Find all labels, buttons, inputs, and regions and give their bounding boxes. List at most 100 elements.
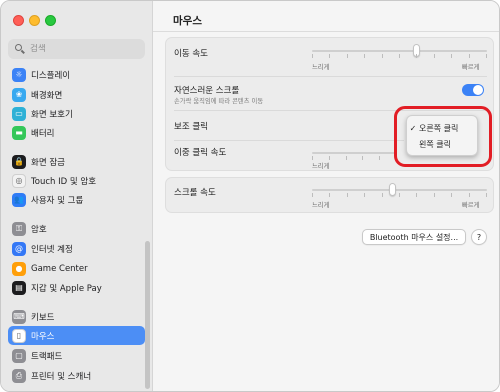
row-separator [174,76,487,77]
natural-scroll-label: 자연스러운 스크롤 [174,86,240,96]
sidebar-item[interactable]: @ 인터넷 계정 [8,239,145,258]
search-icon [14,43,26,55]
sidebar-item[interactable]: ⚿ 암호 [8,219,145,238]
slider-tick [364,54,365,58]
popup-option-label: 왼쪽 클릭 [419,139,451,149]
users-icon: 👥 [12,192,26,207]
slider-tick [312,54,313,58]
sidebar-item[interactable]: ◎ Touch ID 및 암호 [8,171,145,190]
sidebar-item[interactable]: ☼ 디스플레이 [8,65,145,84]
slider-tick [346,156,347,160]
sidebar-item-label: Game Center [31,263,88,274]
sidebar-item[interactable]: ▢ 트랙패드 [8,346,145,365]
sidebar-item-label: 마우스 [31,331,55,342]
battery-icon: ▬ [12,125,26,140]
mouse-icon: ▯ [12,328,26,343]
slider-tick [469,54,470,58]
scroll-speed-slider[interactable] [312,183,487,207]
zoom-window-button[interactable] [45,15,56,26]
help-button[interactable]: ? [471,229,487,245]
sidebar-item[interactable]: ⎙ 프린터 및 스캐너 [8,366,145,385]
page-title: 마우스 [173,15,202,27]
sidebar-item-label: 사용자 및 그룹 [31,195,84,206]
slider-tick [379,156,380,160]
natural-scroll-description: 손가락 움직임에 따라 콘텐츠 이동 [174,98,264,105]
double-click-speed-slider[interactable] [312,146,397,160]
sidebar-item-label: 키보드 [31,312,55,323]
bluetooth-mouse-setup-button[interactable]: Bluetooth 마우스 설정... [362,229,466,245]
double-click-speed-label: 이중 클릭 속도 [174,148,227,158]
slider-tick [399,193,400,197]
sidebar-item[interactable]: ▤ 지갑 및 Apple Pay [8,278,145,297]
tracking-speed-slider[interactable] [312,44,487,68]
sidebar-item[interactable]: ⌨ 키보드 [8,307,145,326]
tracking-speed-max-label: 빠르게 [462,64,480,71]
slider-tick [329,54,330,58]
slider-tick [312,156,313,160]
slider-tick [434,54,435,58]
display-icon: ☼ [12,67,26,82]
fingerprint-icon: ◎ [12,173,26,188]
tracking-speed-min-label: 느리게 [312,64,330,71]
toggle-knob [473,85,483,95]
natural-scroll-toggle[interactable] [462,84,484,96]
scroll-speed-knob[interactable] [389,183,396,196]
sidebar-scrollbar[interactable] [145,241,150,389]
sidebar-item[interactable]: 🔒 화면 잠금 [8,152,145,171]
sidebar-item-label: 지갑 및 Apple Pay [31,283,102,294]
slider-tick [434,193,435,197]
slider-tick [382,54,383,58]
slider-tick [416,54,417,58]
secondary-click-popup-menu: ✓ 오른쪽 클릭 왼쪽 클릭 [406,115,478,156]
slider-tick [382,193,383,197]
sidebar: ☼ 디스플레이 ❀ 배경화면 ▭ 화면 보호기 ▬ 배터리 🔒 화면 잠금 ◎ Touch ID 및 … [1,1,153,391]
wallpaper-icon: ❀ [12,87,26,102]
wallet-icon: ▤ [12,280,26,295]
sidebar-item[interactable]: ▯ 마우스 [8,326,145,345]
close-window-button[interactable] [13,15,24,26]
double-click-speed-min-label: 느리게 [312,163,330,170]
screensaver-icon: ▭ [12,106,26,121]
slider-tick [451,54,452,58]
tracking-speed-label: 이동 속도 [174,49,208,59]
checkmark-icon: ✓ [409,123,417,133]
sidebar-item-label: 화면 보호기 [31,109,73,120]
sidebar-item-label: 인터넷 계정 [31,244,73,255]
secondary-click-label: 보조 클릭 [174,122,208,132]
at-icon: @ [12,241,26,256]
slider-tick [469,193,470,197]
slider-tick [329,156,330,160]
slider-tick [486,193,487,197]
keyboard-icon: ⌨ [12,309,26,324]
sidebar-item-label: 배경화면 [31,90,63,101]
popup-option-right-click[interactable]: ✓ 오른쪽 클릭 [407,121,479,135]
sidebar-item-label: Touch ID 및 암호 [31,176,97,187]
trackpad-icon: ▢ [12,348,26,363]
slider-tick [312,193,313,197]
scroll-speed-max-label: 빠르게 [462,202,480,209]
sidebar-item[interactable]: ● Game Center [8,259,145,278]
slider-tick [451,193,452,197]
scroll-speed-min-label: 느리게 [312,202,330,209]
sidebar-item-label: 디스플레이 [31,70,71,81]
popup-option-left-click[interactable]: 왼쪽 클릭 [407,137,479,151]
sidebar-item[interactable]: ▬ 배터리 [8,123,145,142]
sidebar-item[interactable]: 👥 사용자 및 그룹 [8,190,145,209]
minimize-window-button[interactable] [29,15,40,26]
slider-tick [399,54,400,58]
slider-tick [347,193,348,197]
scroll-speed-label: 스크롤 속도 [174,188,216,198]
slider-tick [486,54,487,58]
sidebar-item[interactable]: ▭ 화면 보호기 [8,104,145,123]
scroll-speed-card: 스크롤 속도 느리게 빠르게 [165,177,494,213]
slider-tick [416,193,417,197]
title-divider [153,31,499,32]
slider-tick [364,193,365,197]
search-input[interactable] [30,44,140,54]
sidebar-item-label: 배터리 [31,128,55,139]
search-field[interactable] [8,39,145,59]
sidebar-item-label: 암호 [31,224,47,235]
settings-window: ☼ 디스플레이 ❀ 배경화면 ▭ 화면 보호기 ▬ 배터리 🔒 화면 잠금 ◎ Touch ID 및 … [0,0,500,392]
sidebar-item[interactable]: ❀ 배경화면 [8,85,145,104]
key-icon: ⚿ [12,221,26,236]
